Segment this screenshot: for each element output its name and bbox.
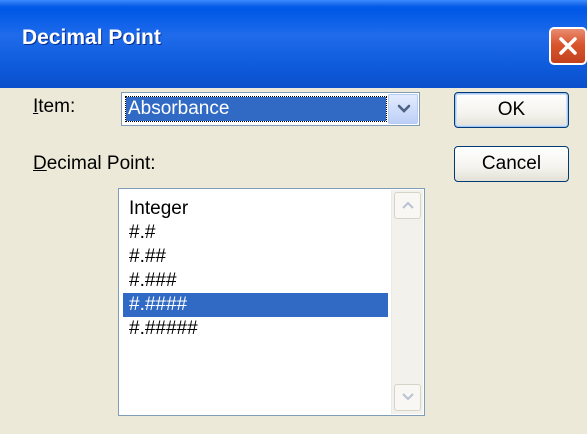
decimal-point-label: Decimal Point: [33, 153, 156, 174]
item-combobox[interactable]: Absorbance [121, 92, 420, 126]
scroll-up-button[interactable] [394, 192, 421, 219]
list-item[interactable]: #.#### [123, 293, 388, 317]
close-button[interactable] [549, 27, 587, 65]
list-item[interactable]: #.##### [123, 317, 388, 341]
list-item[interactable]: #.# [123, 221, 388, 245]
decimal-point-list[interactable]: Integer #.# #.## #.### #.#### #.##### [118, 188, 425, 416]
list-item[interactable]: #.## [123, 245, 388, 269]
chevron-down-icon [402, 393, 414, 401]
title-bar[interactable]: Decimal Point [0, 0, 587, 88]
list-item[interactable]: #.### [123, 269, 388, 293]
scroll-down-button[interactable] [394, 384, 421, 411]
title-bar-highlight [0, 0, 587, 6]
chevron-down-icon [397, 104, 411, 113]
window-title: Decimal Point [22, 26, 161, 49]
decimal-point-options: Integer #.# #.## #.### #.#### #.##### [123, 197, 388, 341]
item-combobox-value: Absorbance [125, 96, 387, 122]
ok-button[interactable]: OK [454, 92, 569, 128]
cancel-button[interactable]: Cancel [454, 146, 569, 182]
list-scrollbar[interactable] [391, 190, 423, 414]
item-label: Item: [33, 96, 76, 117]
close-icon [559, 37, 577, 55]
item-dropdown-button[interactable] [388, 94, 418, 124]
list-item[interactable]: Integer [123, 197, 388, 221]
chevron-up-icon [402, 201, 414, 209]
